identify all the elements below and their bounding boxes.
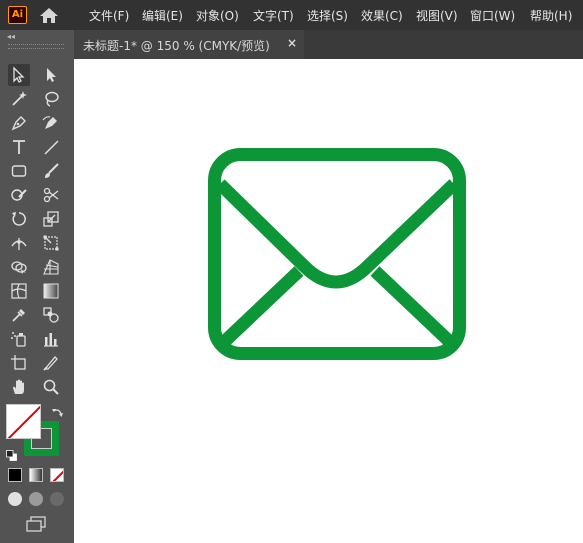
menu-window[interactable]: 窗口(W) <box>470 7 515 23</box>
mail-icon[interactable] <box>208 148 466 364</box>
type-tool-icon[interactable] <box>8 136 30 158</box>
menu-bar: Ai 文件(F) 编辑(E) 对象(O) 文字(T) 选择(S) 效果(C) 视… <box>0 0 583 30</box>
slice-tool-icon[interactable] <box>40 352 62 374</box>
screen-mode-icon[interactable] <box>25 516 47 532</box>
tab-document[interactable]: 未标题-1* @ 150 % (CMYK/预览) × <box>74 30 304 59</box>
menu-view[interactable]: 视图(V) <box>416 7 458 23</box>
column-graph-tool-icon[interactable] <box>40 328 62 350</box>
tab-bar <box>304 30 583 59</box>
menu-edit[interactable]: 编辑(E) <box>142 7 183 23</box>
home-icon[interactable] <box>38 6 60 24</box>
width-tool-icon[interactable] <box>8 232 30 254</box>
eyedropper-tool-icon[interactable] <box>8 304 30 326</box>
close-icon[interactable]: × <box>287 36 297 50</box>
menu-object[interactable]: 对象(O) <box>196 7 239 23</box>
color-mode-button[interactable] <box>8 468 22 482</box>
direct-selection-tool-icon[interactable] <box>40 64 62 86</box>
mesh-tool-icon[interactable] <box>8 280 30 302</box>
shaper-tool-icon[interactable] <box>8 184 30 206</box>
tab-title: 未标题-1* @ 150 % (CMYK/预览) <box>83 39 270 53</box>
menu-select[interactable]: 选择(S) <box>307 7 348 23</box>
scale-tool-icon[interactable] <box>40 208 62 230</box>
menu-type[interactable]: 文字(T) <box>253 7 294 23</box>
menu-file[interactable]: 文件(F) <box>89 7 129 23</box>
selection-tool-icon[interactable] <box>8 64 30 86</box>
none-mode-button[interactable] <box>50 468 64 482</box>
draw-normal-icon[interactable] <box>8 492 22 506</box>
swap-fill-stroke-icon[interactable] <box>51 405 64 418</box>
curvature-tool-icon[interactable] <box>40 112 62 134</box>
lasso-tool-icon[interactable] <box>40 88 62 110</box>
zoom-tool-icon[interactable] <box>40 376 62 398</box>
menu-help[interactable]: 帮助(H) <box>530 7 572 23</box>
free-transform-tool-icon[interactable] <box>40 232 62 254</box>
magic-wand-tool-icon[interactable] <box>8 88 30 110</box>
none-slash-icon <box>7 405 40 438</box>
artboard-tool-icon[interactable] <box>8 352 30 374</box>
app-logo: Ai <box>8 6 27 24</box>
menu-effect[interactable]: 效果(C) <box>361 7 403 23</box>
shape-builder-tool-icon[interactable] <box>8 256 30 278</box>
rotate-tool-icon[interactable] <box>8 208 30 230</box>
draw-inside-icon[interactable] <box>50 492 64 506</box>
default-fill-stroke-icon[interactable] <box>6 446 17 461</box>
fill-swatch[interactable] <box>6 404 41 439</box>
gradient-mode-button[interactable] <box>29 468 43 482</box>
panel-grip[interactable] <box>8 44 64 49</box>
paintbrush-tool-icon[interactable] <box>40 160 62 182</box>
collapse-panel-icon[interactable]: ◂◂ <box>7 32 15 41</box>
hand-tool-icon[interactable] <box>8 376 30 398</box>
line-segment-tool-icon[interactable] <box>40 136 62 158</box>
gradient-tool-icon[interactable] <box>40 280 62 302</box>
pen-tool-icon[interactable] <box>8 112 30 134</box>
draw-behind-icon[interactable] <box>29 492 43 506</box>
scissors-tool-icon[interactable] <box>40 184 62 206</box>
perspective-grid-tool-icon[interactable] <box>40 256 62 278</box>
blend-tool-icon[interactable] <box>40 304 62 326</box>
rectangle-tool-icon[interactable] <box>8 160 30 182</box>
symbol-sprayer-tool-icon[interactable] <box>8 328 30 350</box>
